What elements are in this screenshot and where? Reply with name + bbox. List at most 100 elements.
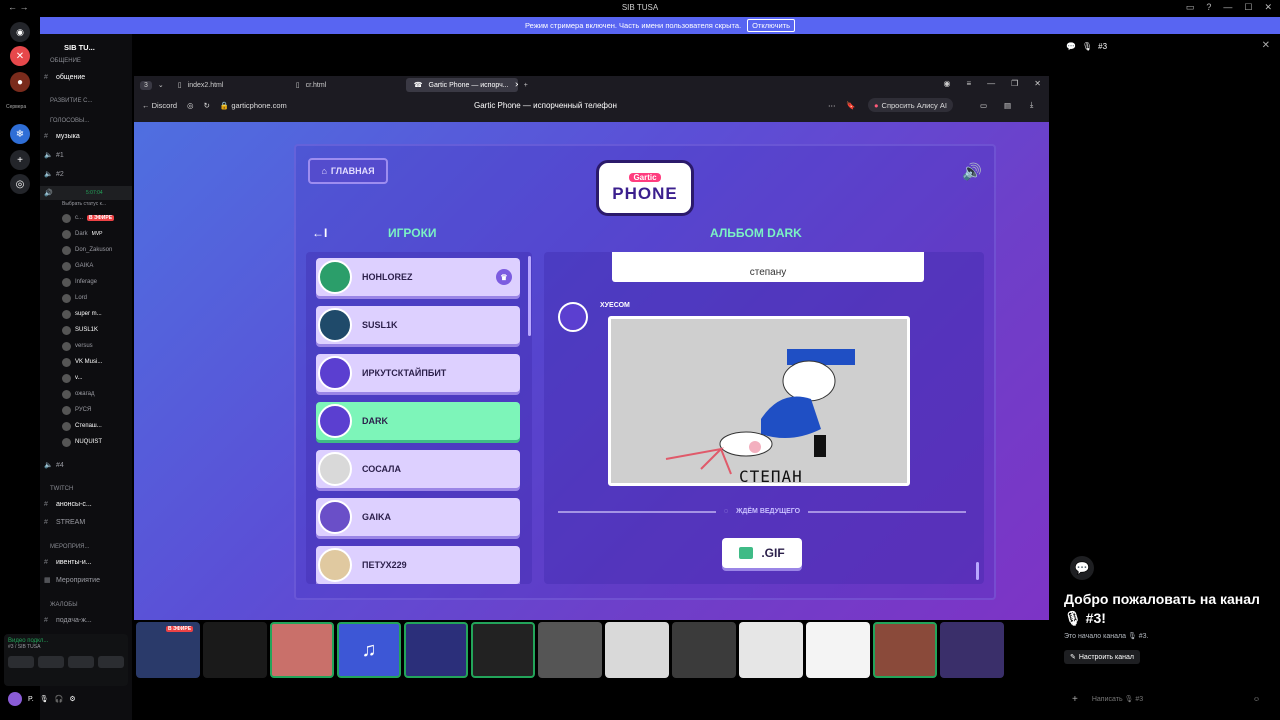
voice-user[interactable]: Dark MVP <box>40 227 132 241</box>
maximize-icon[interactable]: ☐ <box>1244 2 1252 13</box>
voice-user[interactable]: Lord <box>40 291 132 305</box>
profile-icon[interactable]: ◉ <box>943 79 950 88</box>
help-icon[interactable]: ? <box>1206 2 1211 13</box>
more-icon[interactable]: ⋯ <box>828 101 836 110</box>
inbox-icon[interactable]: ▭ <box>1186 2 1195 13</box>
player-row[interactable]: СОСАЛА <box>316 450 520 488</box>
headphones-icon[interactable]: 🎧 <box>55 695 64 703</box>
video-tile[interactable] <box>672 622 736 678</box>
video-tile[interactable] <box>806 622 870 678</box>
channel-meropriyatie[interactable]: ▦ Мероприятие <box>40 573 132 587</box>
category-obshenie[interactable]: ОБЩЕНИЕ <box>40 54 132 68</box>
close-tab-icon[interactable]: ✕ <box>515 81 518 89</box>
video-tile[interactable] <box>605 622 669 678</box>
reading-icon[interactable]: ▤ <box>1004 101 1011 110</box>
video-tile[interactable] <box>739 622 803 678</box>
voice-status[interactable]: Выбрать статус к... <box>40 197 132 211</box>
mic-icon[interactable]: 🎙 <box>40 695 49 703</box>
restore-icon[interactable]: ❐ <box>1011 79 1018 88</box>
tabs-dropdown-icon[interactable]: ⌄ <box>158 81 164 89</box>
voice-user[interactable]: v... <box>40 371 132 385</box>
video-tile[interactable] <box>538 622 602 678</box>
back-to-discord-button[interactable]: ← Discord <box>142 101 177 110</box>
edit-channel-button[interactable]: ✎ Настроить канал <box>1064 650 1140 664</box>
voice-channel-2[interactable]: 🔈 #2 <box>40 167 132 181</box>
close-chat-icon[interactable]: ✕ <box>1262 40 1270 51</box>
sound-icon[interactable]: 🔊 <box>962 162 982 182</box>
channel-iventy[interactable]: # ивенты-и... <box>40 555 132 569</box>
emoji-icon[interactable]: ☺ <box>1253 696 1260 703</box>
voice-user[interactable]: Степаш... <box>40 419 132 433</box>
new-tab-icon[interactable]: + <box>524 82 528 89</box>
camera-button[interactable] <box>8 656 34 668</box>
protect-icon[interactable]: ◎ <box>187 101 194 110</box>
channel-muzyka[interactable]: # музыка <box>40 129 132 143</box>
player-row[interactable]: HOHLOREZ ♛ <box>316 258 520 296</box>
music-bot-tile[interactable]: ♫ <box>337 622 401 678</box>
voice-user[interactable]: РУСЯ <box>40 403 132 417</box>
category-golosovye[interactable]: ГОЛОСОВЫ... <box>40 114 132 128</box>
player-row-selected[interactable]: DARK <box>316 402 520 440</box>
minimize-icon[interactable]: — <box>1223 2 1232 13</box>
tab-counter[interactable]: 3 <box>140 80 152 90</box>
video-tile[interactable] <box>404 622 468 678</box>
attach-icon[interactable]: + <box>1072 694 1078 705</box>
stream-tile[interactable]: В ЭФИРЕ <box>136 622 200 678</box>
bookmark-icon[interactable]: 🔖 <box>846 101 855 110</box>
close-icon[interactable]: ✕ <box>1034 79 1041 88</box>
activities-button[interactable] <box>68 656 94 668</box>
voice-user[interactable]: VK Musi... <box>40 355 132 369</box>
channel-podacha[interactable]: # подача-ж... <box>40 613 132 627</box>
voice-user[interactable]: SUSL1K <box>40 323 132 337</box>
video-tile[interactable] <box>471 622 535 678</box>
voice-user[interactable]: Inferage <box>40 275 132 289</box>
tab-index2[interactable]: ▯ index2.html <box>170 78 282 92</box>
channel-anonsy[interactable]: # анонсы-с... <box>40 497 132 511</box>
soundboard-button[interactable] <box>98 656 124 668</box>
category-meropriyatiya[interactable]: МЕРОПРИЯ... <box>40 540 132 554</box>
download-icon[interactable]: ⤓ <box>1030 100 1033 110</box>
user-avatar[interactable] <box>8 692 22 706</box>
add-server-icon[interactable]: + <box>10 150 30 170</box>
tab-gartic[interactable]: ☎ Gartic Phone — испорч... ✕ <box>405 78 518 92</box>
player-row[interactable]: ИРКУТСКТАЙПБИТ <box>316 354 520 392</box>
settings-icon[interactable]: ⚙ <box>69 695 75 703</box>
player-row[interactable]: ПЕТУХ229 <box>316 546 520 584</box>
video-tile[interactable] <box>270 622 334 678</box>
gif-download-button[interactable]: .GIF <box>722 538 802 568</box>
video-tile[interactable] <box>873 622 937 678</box>
user-name[interactable]: P. <box>28 696 34 703</box>
video-tile[interactable] <box>203 622 267 678</box>
voice-channel-4[interactable]: 🔈 #4 <box>40 458 132 472</box>
url-field[interactable]: 🔒 garticphone.com <box>220 101 287 110</box>
ask-alice-button[interactable]: ● Спросить Алису AI <box>868 98 953 112</box>
category-zhaloby[interactable]: ЖАЛОБЫ <box>40 598 132 612</box>
category-razvitie[interactable]: РАЗВИТИЕ С... <box>40 94 132 108</box>
server-sibtusa-icon[interactable]: ✕ <box>10 46 30 66</box>
back-icon[interactable]: ←I <box>312 226 327 240</box>
reload-icon[interactable]: ↻ <box>204 101 210 110</box>
channel-obshenie[interactable]: # общение <box>40 70 132 84</box>
close-icon[interactable]: ✕ <box>1264 2 1272 13</box>
discord-home-icon[interactable]: ◉ <box>10 22 30 42</box>
tab-cr[interactable]: ▯ cr.html <box>288 78 400 92</box>
channel-stream[interactable]: # STREAM <box>40 515 132 529</box>
disable-streamer-mode-button[interactable]: Отключить <box>747 19 796 32</box>
player-row[interactable]: SUSL1K <box>316 306 520 344</box>
voice-user[interactable]: Don_Zakuson <box>40 243 132 257</box>
voice-user[interactable]: versus <box>40 339 132 353</box>
server-snowflake-icon[interactable]: ❄ <box>10 124 30 144</box>
home-button[interactable]: ⌂ ГЛАВНАЯ <box>308 158 388 184</box>
screen-share-button[interactable] <box>38 656 64 668</box>
voice-user[interactable]: ожагад <box>40 387 132 401</box>
category-twitch[interactable]: TWITCH <box>40 482 132 496</box>
album-scrollbar[interactable] <box>976 562 979 580</box>
players-scrollbar[interactable] <box>528 256 531 336</box>
player-row[interactable]: GAIKA <box>316 498 520 536</box>
message-input[interactable]: + Написать 🎙 #3 ☺ <box>1062 688 1270 710</box>
video-tile[interactable] <box>940 622 1004 678</box>
minimize-icon[interactable]: — <box>987 79 995 88</box>
voice-user[interactable]: с... В ЭФИРЕ <box>40 211 132 225</box>
voice-user[interactable]: super m... <box>40 307 132 321</box>
voice-user[interactable]: GAIKA <box>40 259 132 273</box>
